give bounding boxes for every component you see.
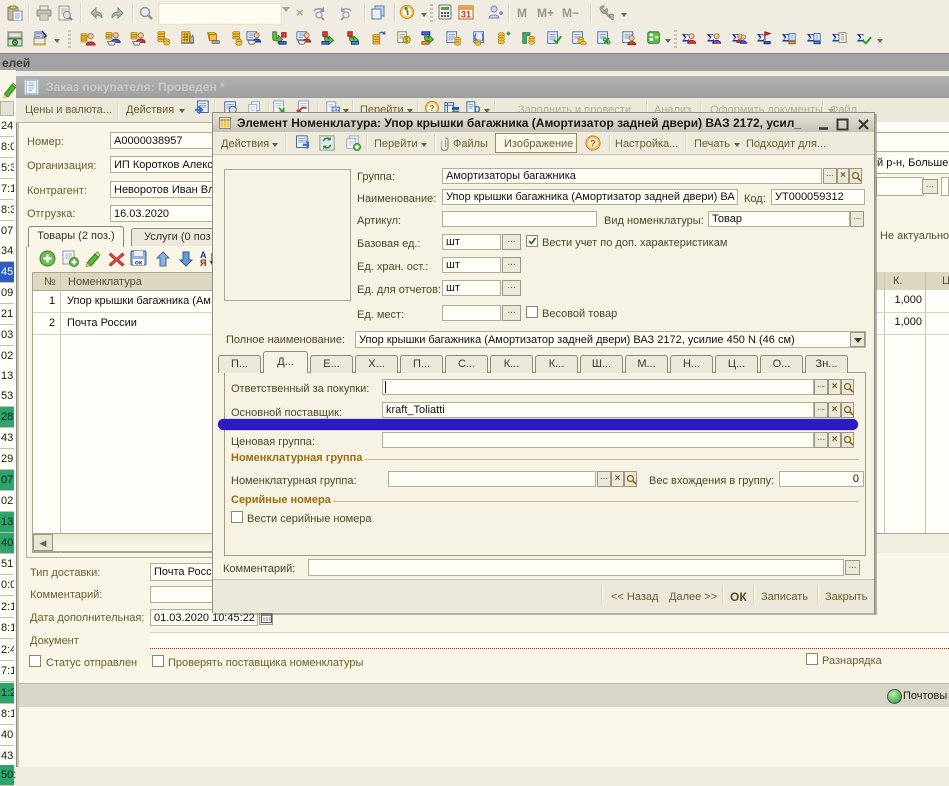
svg-text:Σ: Σ	[857, 33, 865, 45]
svg-text:?: ?	[590, 139, 595, 149]
svg-text:ок: ок	[135, 260, 143, 267]
svg-text:Я: Я	[200, 258, 206, 267]
svg-text:$: $	[13, 40, 17, 47]
svg-text:31: 31	[461, 10, 471, 20]
